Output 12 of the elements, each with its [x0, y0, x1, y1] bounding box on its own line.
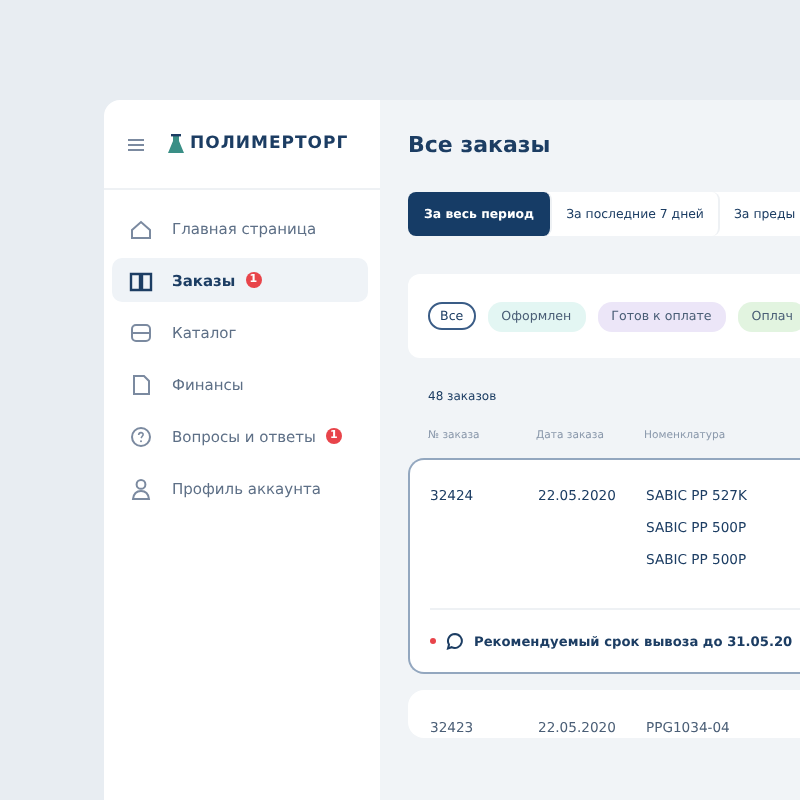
logo-text: ПОЛИМЕРТОРГ	[190, 134, 349, 154]
document-icon	[128, 371, 154, 397]
help-icon	[128, 423, 154, 449]
home-icon	[128, 215, 154, 241]
menu-icon[interactable]	[128, 137, 144, 151]
status-dot	[430, 638, 436, 644]
box-icon	[128, 319, 154, 345]
book-icon	[128, 267, 154, 293]
page-title: Все заказы	[408, 131, 551, 157]
user-icon	[128, 475, 154, 501]
chat-icon	[446, 632, 464, 650]
flask-icon	[168, 134, 184, 154]
